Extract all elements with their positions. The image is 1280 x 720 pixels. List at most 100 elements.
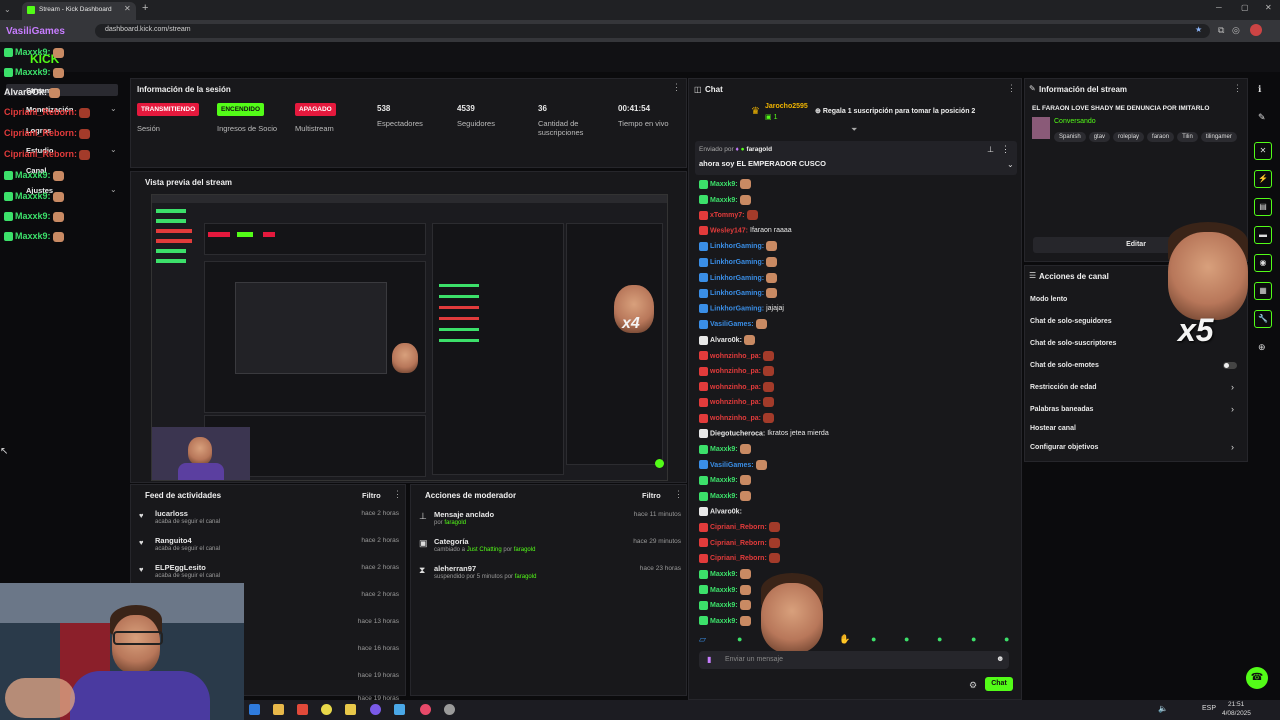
action-followers-only[interactable]: Chat de solo-seguidores bbox=[1030, 318, 1112, 325]
user-badge-icon bbox=[699, 273, 708, 283]
language-indicator[interactable]: ESP bbox=[1202, 705, 1216, 712]
chat-username[interactable]: Maxxk9: bbox=[710, 446, 738, 453]
chat-username[interactable]: Wesley147: bbox=[710, 227, 748, 234]
url-field[interactable]: dashboard.kick.com/stream ★ bbox=[95, 24, 1210, 38]
info-icon[interactable]: ℹ bbox=[1258, 84, 1261, 95]
browser-tab[interactable]: Stream - Kick Dashboard ✕ bbox=[22, 2, 136, 20]
action-host-channel[interactable]: Hostear canal bbox=[1030, 425, 1076, 432]
chat-username[interactable]: LinkhorGaming: bbox=[710, 274, 764, 281]
app-icon[interactable] bbox=[420, 704, 431, 715]
chat-username[interactable]: Maxxk9: bbox=[710, 602, 738, 609]
send-chat-button[interactable]: Chat bbox=[985, 677, 1013, 691]
chat-input[interactable]: ▮ Enviar un mensaje ☻ bbox=[699, 651, 1009, 669]
bolt-icon[interactable]: ⚡ bbox=[1254, 170, 1272, 188]
chevron-down-icon[interactable]: ⌄ bbox=[1007, 160, 1014, 169]
minimize-icon[interactable]: ─ bbox=[1216, 3, 1222, 12]
broadcast-icon[interactable]: ◉ bbox=[1254, 254, 1272, 272]
chat-username[interactable]: wohnzinho_pa: bbox=[710, 384, 761, 391]
filter-button[interactable]: Filtro bbox=[642, 491, 661, 500]
extensions-icon[interactable]: ⧉ bbox=[1218, 25, 1224, 36]
chat-username[interactable]: VasiliGames: bbox=[710, 462, 754, 469]
chat-username[interactable]: xTommy7: bbox=[710, 212, 745, 219]
chat-help-button[interactable]: ☎ bbox=[1246, 667, 1268, 689]
close-window-icon[interactable]: ✕ bbox=[1265, 3, 1272, 12]
bookmark-star-icon[interactable]: ★ bbox=[1195, 25, 1202, 34]
action-subscribers-only[interactable]: Chat de solo-suscriptores bbox=[1030, 340, 1116, 347]
action-slow-mode[interactable]: Modo lento bbox=[1030, 296, 1067, 303]
pinned-message[interactable]: Enviado por ♦ ● faragold ahora soy EL EM… bbox=[695, 141, 1017, 175]
tab-close-icon[interactable]: ✕ bbox=[124, 4, 131, 13]
clock-date[interactable]: 4/08/2025 bbox=[1222, 710, 1251, 717]
sub-gift-banner[interactable]: ♛ Jarocho2595 ▣ 1 ⊕ Regala 1 suscripción… bbox=[749, 103, 1009, 125]
chat-username[interactable]: Cipriani_Reborn: bbox=[710, 555, 767, 562]
stream-video[interactable]: x4 bbox=[151, 194, 668, 481]
clock-time[interactable]: 21:51 bbox=[1228, 701, 1244, 708]
chevron-right-icon[interactable]: › bbox=[1231, 404, 1234, 414]
chevron-right-icon[interactable]: › bbox=[1231, 442, 1234, 452]
volume-icon[interactable]: 🔈 bbox=[1158, 704, 1168, 713]
chat-username[interactable]: LinkhorGaming: bbox=[710, 305, 764, 312]
chat-username[interactable]: Maxxk9: bbox=[710, 571, 738, 578]
chat-username[interactable]: VasiliGames: bbox=[710, 321, 754, 328]
chat-username[interactable]: wohnzinho_pa: bbox=[710, 399, 761, 406]
chat-username[interactable]: Maxxk9: bbox=[710, 493, 738, 500]
action-configure-goals[interactable]: Configurar objetivos bbox=[1030, 444, 1098, 451]
wrench-icon[interactable]: 🔧 bbox=[1254, 310, 1272, 328]
chat-username[interactable]: wohnzinho_pa: bbox=[710, 415, 761, 422]
chat-username[interactable]: wohnzinho_pa: bbox=[710, 368, 761, 375]
gear-icon[interactable]: ⚙ bbox=[969, 680, 977, 691]
more-options-icon[interactable]: ⋮ bbox=[393, 489, 402, 500]
action-banned-words[interactable]: Palabras baneadas bbox=[1030, 406, 1093, 413]
tab-list-chevron-icon[interactable]: ⌄ bbox=[4, 5, 11, 14]
more-options-icon[interactable]: ⋮ bbox=[674, 489, 683, 500]
chrome-icon[interactable] bbox=[321, 704, 332, 715]
chat-text: Ikratos jetea mierda bbox=[767, 429, 829, 437]
collapse-icon[interactable]: ⏷ bbox=[851, 125, 857, 135]
chat-username[interactable]: Maxxk9: bbox=[710, 586, 738, 593]
new-tab-button[interactable]: + bbox=[142, 2, 148, 14]
layout-icon[interactable]: ▦ bbox=[1254, 282, 1272, 300]
pencil-icon[interactable]: ✎ bbox=[1258, 112, 1266, 123]
folder-icon[interactable] bbox=[273, 704, 284, 715]
list-icon[interactable]: ▤ bbox=[1254, 198, 1272, 216]
app-icon[interactable] bbox=[370, 704, 381, 715]
action-emotes-only[interactable]: Chat de solo-emotes bbox=[1030, 362, 1099, 369]
category-name[interactable]: Conversando bbox=[1054, 118, 1096, 125]
chat-username[interactable]: Cipriani_Reborn: bbox=[710, 524, 767, 531]
chat-username[interactable]: Maxxk9: bbox=[710, 477, 738, 484]
profile-icon[interactable]: ◎ bbox=[1232, 25, 1240, 36]
chat-bubble-icon[interactable]: ▬ bbox=[1254, 226, 1272, 244]
chat-username[interactable]: Maxxk9: bbox=[710, 196, 738, 203]
brave-icon[interactable] bbox=[297, 704, 308, 715]
chat-username[interactable]: Alvaro0k: bbox=[710, 337, 742, 344]
user-badge-icon bbox=[699, 397, 708, 407]
chat-username[interactable]: Maxxk9: bbox=[710, 181, 738, 188]
telegram-icon[interactable] bbox=[394, 704, 405, 715]
plus-icon[interactable]: ⊕ bbox=[1258, 342, 1266, 353]
emoji-icon[interactable]: ☻ bbox=[996, 654, 1004, 663]
emotes-only-toggle[interactable] bbox=[1223, 362, 1237, 369]
notes-icon[interactable] bbox=[345, 704, 356, 715]
more-options-icon[interactable]: ⋮ bbox=[672, 82, 681, 93]
taskbar-app-icon[interactable] bbox=[249, 704, 260, 715]
chat-username[interactable]: Alvaro0k: bbox=[710, 508, 742, 515]
chat-username[interactable]: Diegotucheroca: bbox=[710, 430, 765, 437]
chat-username[interactable]: LinkhorGaming: bbox=[710, 290, 764, 297]
pin-icon[interactable]: ⊥ bbox=[987, 145, 994, 154]
user-badge-icon bbox=[699, 538, 708, 548]
maximize-icon[interactable]: ▢ bbox=[1241, 3, 1249, 12]
action-age-restriction[interactable]: Restricción de edad bbox=[1030, 384, 1097, 391]
close-icon[interactable]: ✕ bbox=[1254, 142, 1272, 160]
chat-username[interactable]: Cipriani_Reborn: bbox=[710, 540, 767, 547]
chat-username[interactable]: wohnzinho_pa: bbox=[710, 352, 761, 359]
more-options-icon[interactable]: ⋮ bbox=[1007, 83, 1016, 94]
avatar[interactable] bbox=[1250, 24, 1262, 36]
more-options-icon[interactable]: ⋮ bbox=[1001, 144, 1010, 155]
chevron-right-icon[interactable]: › bbox=[1231, 382, 1234, 392]
chat-username[interactable]: LinkhorGaming: bbox=[710, 243, 764, 250]
chat-username[interactable]: LinkhorGaming: bbox=[710, 259, 764, 266]
obs-icon[interactable] bbox=[444, 704, 455, 715]
chat-username[interactable]: Maxxk9: bbox=[710, 618, 738, 625]
filter-button[interactable]: Filtro bbox=[362, 491, 381, 500]
more-options-icon[interactable]: ⋮ bbox=[1233, 83, 1242, 94]
